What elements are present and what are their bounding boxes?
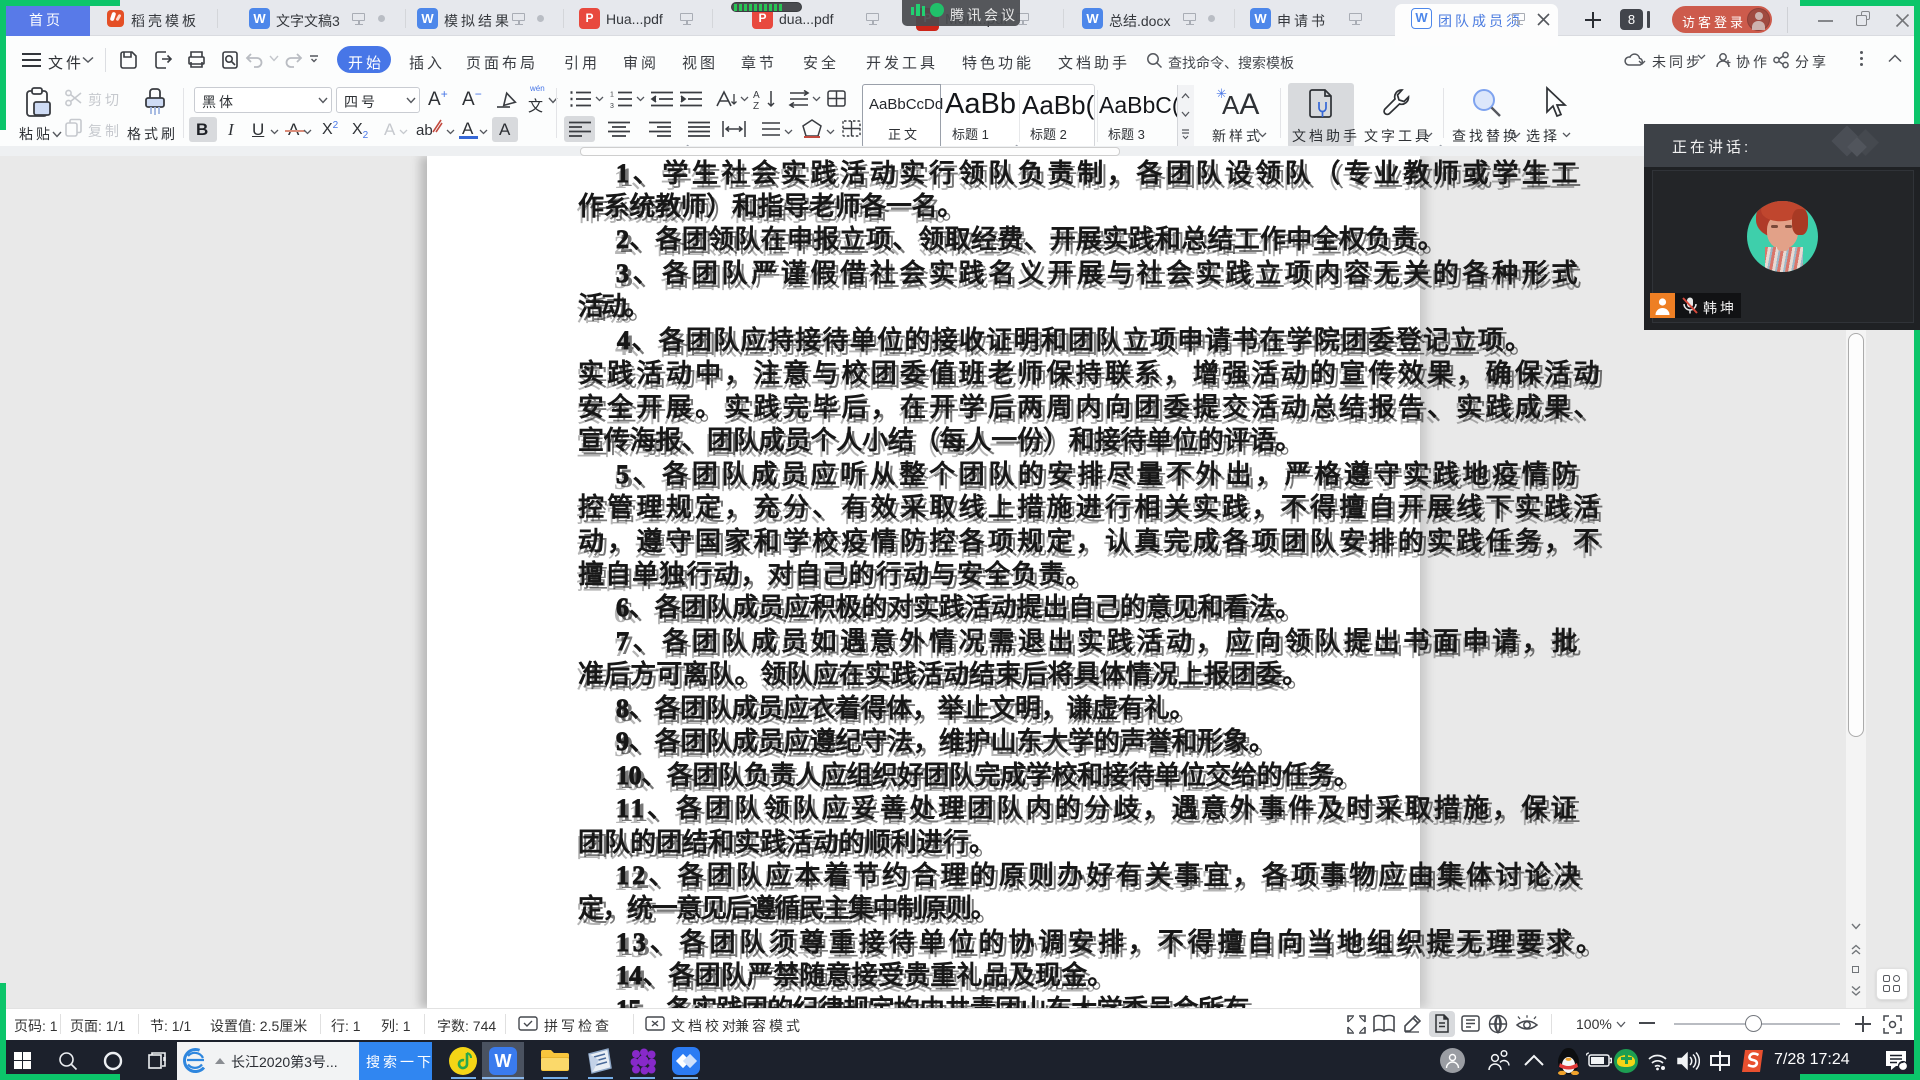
svg-text:1: 1 [610,92,614,99]
svg-text:A: A [753,90,760,101]
svg-text:3: 3 [610,103,614,108]
svg-text:Z: Z [753,101,759,110]
